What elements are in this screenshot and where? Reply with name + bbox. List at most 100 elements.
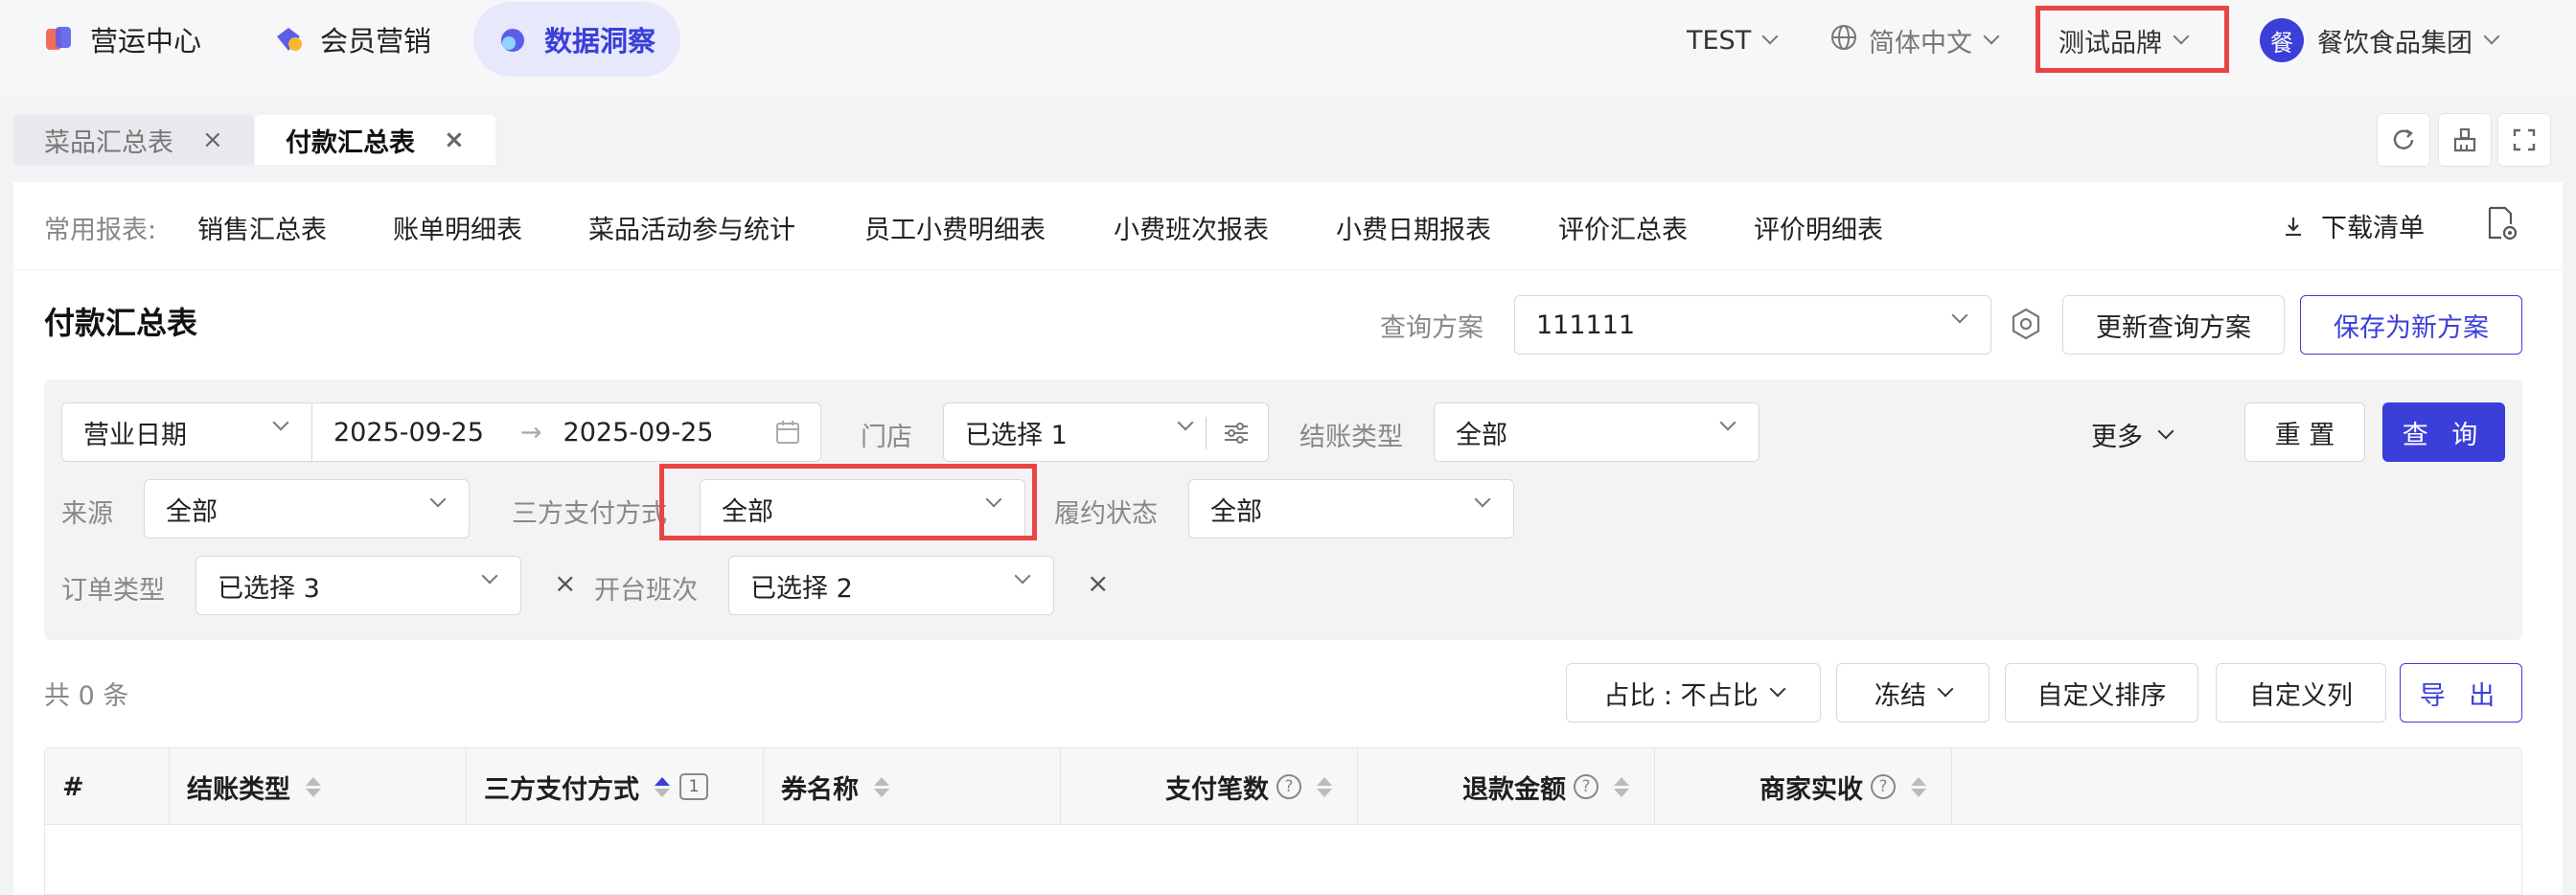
store-value: 已选择 1 xyxy=(965,420,1068,450)
column-label: 结账类型 xyxy=(187,774,290,805)
export-button[interactable]: 导 出 xyxy=(2400,663,2522,723)
arrow-right-icon: → xyxy=(519,417,542,448)
broom-icon xyxy=(2453,127,2476,152)
common-report-link[interactable]: 账单明细表 xyxy=(393,209,522,246)
common-report-link[interactable]: 小费班次报表 xyxy=(1114,209,1269,246)
checkout-type-label: 结账类型 xyxy=(1300,423,1403,452)
help-icon[interactable]: ? xyxy=(1276,774,1301,799)
clear-shift-icon[interactable]: × xyxy=(1087,567,1109,599)
custom-columns-button[interactable]: 自定义列 xyxy=(2216,663,2386,723)
nav-item-member-marketing[interactable]: 会员营销 xyxy=(274,2,431,77)
clear-order-type-icon[interactable]: × xyxy=(554,567,576,599)
page-title: 付款汇总表 xyxy=(44,305,198,341)
report-settings-icon[interactable] xyxy=(2486,205,2520,250)
common-reports-label: 常用报表: xyxy=(44,216,157,245)
common-report-link[interactable]: 评价明细表 xyxy=(1754,209,1883,246)
shift-select[interactable]: 已选择 2 xyxy=(728,556,1054,615)
help-icon[interactable]: ? xyxy=(1871,774,1896,799)
column-label: 商家实收 xyxy=(1760,774,1863,805)
chevron-down-icon xyxy=(1014,567,1031,585)
scheme-value: 111111 xyxy=(1536,310,1636,340)
date-type-select[interactable]: 营业日期 xyxy=(61,402,312,462)
common-report-link[interactable]: 销售汇总表 xyxy=(197,209,327,246)
chevron-down-icon xyxy=(1937,680,1954,698)
store-select[interactable]: 已选择 1 xyxy=(943,402,1269,462)
fullscreen-icon xyxy=(2513,128,2536,151)
close-icon[interactable]: × xyxy=(202,126,223,154)
more-label: 更多 xyxy=(2091,423,2143,452)
scheme-label: 查询方案 xyxy=(1380,313,1484,343)
env-label: TEST xyxy=(1687,25,1752,56)
column-label: 券名称 xyxy=(781,774,859,805)
main-panel: 常用报表: 销售汇总表 账单明细表 菜品活动参与统计 员工小费明细表 小费班次报… xyxy=(13,182,2563,895)
sort-icon[interactable] xyxy=(1317,776,1332,797)
column-header-coupon-name[interactable]: 券名称 xyxy=(764,748,1061,825)
sort-icon[interactable] xyxy=(306,776,321,797)
operations-logo-icon xyxy=(44,25,73,54)
column-label: 退款金额 xyxy=(1462,774,1566,805)
date-start-value: 2025-09-25 xyxy=(334,417,484,448)
column-header-index: # xyxy=(45,748,170,825)
brand-highlight-box xyxy=(2036,6,2229,73)
sort-icon[interactable] xyxy=(874,776,889,797)
more-filters-toggle[interactable]: 更多 xyxy=(2091,416,2174,453)
tab-payment-summary[interactable]: 付款汇总表 × xyxy=(255,115,495,165)
common-report-link[interactable]: 菜品活动参与统计 xyxy=(588,209,795,246)
order-type-select[interactable]: 已选择 3 xyxy=(196,556,521,615)
checkout-type-select[interactable]: 全部 xyxy=(1434,402,1760,462)
column-header-checkout-type[interactable]: 结账类型 xyxy=(170,748,467,825)
ratio-value: 占比 : 不占比 xyxy=(1603,680,1759,711)
chevron-down-icon xyxy=(1761,28,1779,45)
download-list-label: 下载清单 xyxy=(2321,214,2425,243)
custom-sort-button[interactable]: 自定义排序 xyxy=(2005,663,2198,723)
chevron-down-icon xyxy=(2157,423,2174,439)
globe-icon xyxy=(1830,24,1857,57)
scheme-settings-icon[interactable] xyxy=(2009,307,2043,348)
env-selector[interactable]: TEST xyxy=(1687,0,1779,80)
freeze-select[interactable]: 冻结 xyxy=(1836,663,1990,723)
chevron-down-icon xyxy=(481,567,498,585)
org-selector[interactable]: 餐 餐饮食品集团 xyxy=(2260,0,2500,80)
sort-icon[interactable] xyxy=(1911,776,1926,797)
clean-button[interactable] xyxy=(2438,113,2492,167)
chevron-down-icon xyxy=(272,414,289,431)
common-report-link[interactable]: 员工小费明细表 xyxy=(864,209,1046,246)
common-report-link[interactable]: 评价汇总表 xyxy=(1558,209,1688,246)
chevron-down-icon xyxy=(1983,28,2000,45)
reset-button[interactable]: 重 置 xyxy=(2244,402,2365,462)
language-selector[interactable]: 简体中文 xyxy=(1830,0,2000,80)
table-header: # 结账类型 三方支付方式 1 券名称 支付笔数 ? 退款金额 ? 商家实收 ? xyxy=(45,748,2521,825)
date-range-picker[interactable]: 2025-09-25 → 2025-09-25 xyxy=(311,402,821,462)
column-header-third-party-pay[interactable]: 三方支付方式 1 xyxy=(467,748,764,825)
data-table: # 结账类型 三方支付方式 1 券名称 支付笔数 ? 退款金额 ? 商家实收 ? xyxy=(44,747,2522,895)
tab-dish-summary[interactable]: 菜品汇总表 × xyxy=(13,115,254,165)
nav-item-operations[interactable]: 营运中心 xyxy=(44,2,201,77)
sort-ascending-icon[interactable] xyxy=(655,776,670,797)
top-navigation-bar: 营运中心 会员营销 数据洞察 TEST 简体中文 测试品牌 餐 餐饮食品集团 xyxy=(0,0,2576,96)
shift-label: 开台班次 xyxy=(594,576,698,606)
chevron-down-icon xyxy=(1719,414,1736,431)
help-icon[interactable]: ? xyxy=(1574,774,1598,799)
nav-item-data-insight[interactable]: 数据洞察 xyxy=(473,2,681,77)
close-icon[interactable]: × xyxy=(444,126,465,154)
ratio-select[interactable]: 占比 : 不占比 xyxy=(1566,663,1821,723)
fulfillment-status-value: 全部 xyxy=(1210,496,1262,527)
column-header-payment-count[interactable]: 支付笔数 ? xyxy=(1061,748,1358,825)
query-button[interactable]: 查 询 xyxy=(2382,402,2505,462)
update-scheme-button[interactable]: 更新查询方案 xyxy=(2062,295,2285,355)
fulfillment-status-select[interactable]: 全部 xyxy=(1188,479,1514,539)
common-report-link[interactable]: 小费日期报表 xyxy=(1336,209,1491,246)
fullscreen-button[interactable] xyxy=(2497,113,2551,167)
scheme-select[interactable]: 111111 xyxy=(1514,295,1991,355)
column-header-merchant-received[interactable]: 商家实收 ? xyxy=(1655,748,1952,825)
avatar: 餐 xyxy=(2260,18,2304,62)
source-select[interactable]: 全部 xyxy=(144,479,470,539)
filter-settings-icon[interactable] xyxy=(1222,419,1251,454)
download-list-link[interactable]: 下载清单 xyxy=(2281,207,2425,244)
source-label: 来源 xyxy=(61,499,113,529)
save-scheme-button[interactable]: 保存为新方案 xyxy=(2300,295,2522,355)
column-label: 三方支付方式 xyxy=(484,774,639,805)
sort-icon[interactable] xyxy=(1614,776,1629,797)
column-header-refund-amount[interactable]: 退款金额 ? xyxy=(1358,748,1655,825)
refresh-button[interactable] xyxy=(2377,113,2430,167)
